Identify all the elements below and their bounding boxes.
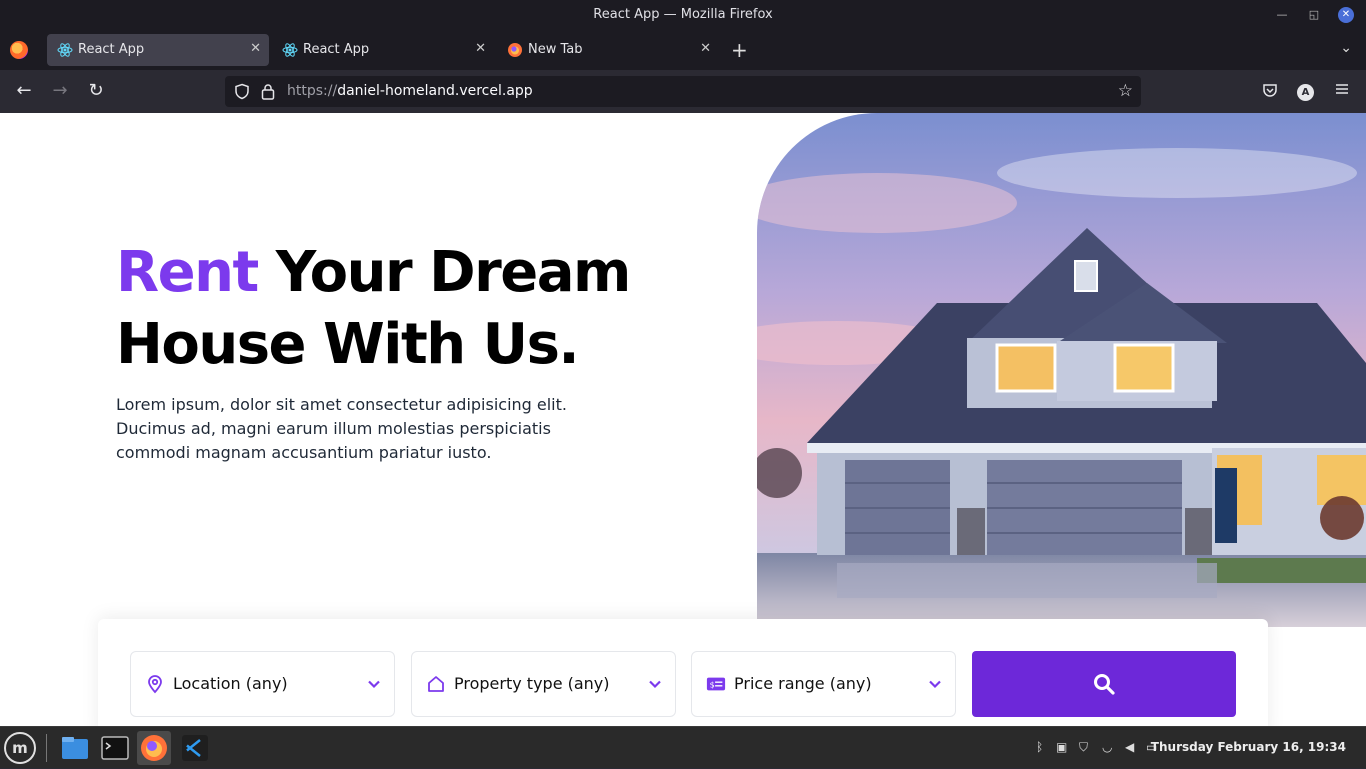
tab-react-app-2[interactable]: React App ✕ (272, 34, 494, 66)
start-menu-button[interactable]: m (4, 732, 36, 764)
minimize-button[interactable]: — (1274, 7, 1290, 23)
firefox-taskbar-icon[interactable] (137, 731, 171, 765)
bluetooth-icon[interactable]: ᛒ (1036, 740, 1043, 754)
hero-house-image (757, 113, 1366, 627)
search-icon (1094, 674, 1115, 695)
file-manager-icon[interactable] (58, 731, 92, 765)
restore-button[interactable]: ◱ (1306, 7, 1322, 23)
url-scheme: https:// (287, 83, 338, 99)
hero-title-accent: Rent (116, 240, 259, 305)
price-tag-icon: $ (706, 677, 726, 691)
taskbar-separator (46, 734, 47, 762)
terminal-icon[interactable] (98, 731, 132, 765)
bookmark-star-icon[interactable]: ☆ (1118, 81, 1133, 101)
tab-label: React App (78, 42, 145, 57)
account-avatar[interactable]: A (1297, 84, 1314, 101)
update-shield-icon[interactable]: ⛉ (1079, 740, 1088, 755)
tab-new-tab[interactable]: New Tab ✕ (497, 34, 719, 66)
clipboard-icon[interactable]: ▣ (1056, 740, 1067, 754)
taskbar-clock[interactable]: Thursday February 16, 19:34 (1151, 740, 1346, 754)
url-text: https://daniel-homeland.vercel.app (287, 83, 533, 99)
location-label: Location (any) (173, 674, 288, 693)
pocket-icon[interactable] (1262, 82, 1278, 98)
shield-icon[interactable] (234, 83, 250, 100)
lock-icon[interactable] (261, 83, 275, 100)
firefox-icon (508, 43, 522, 57)
hero-title-line2: House With Us. (116, 312, 580, 377)
tab-label: React App (303, 42, 370, 57)
web-page: Rent Your Dream House With Us. Lorem ipsu… (0, 113, 1366, 726)
hero-description: Lorem ipsum, dolor sit amet consectetur … (116, 395, 567, 462)
house-illustration (757, 113, 1366, 627)
close-tab-icon[interactable]: ✕ (250, 41, 261, 56)
map-pin-icon (148, 675, 162, 694)
vscode-icon[interactable] (178, 731, 212, 765)
url-host: daniel-homeland.vercel.app (337, 83, 533, 99)
taskbar: m ᛒ ▣ ⛉ ◡ ◀ ▭ Thursday February 16, 19:3… (0, 726, 1366, 768)
chevron-down-icon[interactable]: ⌄ (1340, 40, 1352, 56)
search-button[interactable] (972, 651, 1236, 717)
menu-icon[interactable] (1335, 82, 1349, 96)
hero-title-line1: Your Dream (257, 240, 632, 305)
price-range-dropdown[interactable]: $ Price range (any) (691, 651, 956, 717)
hero-title: Rent Your Dream House With Us. (116, 237, 632, 381)
price-range-label: Price range (any) (734, 674, 872, 693)
navigation-toolbar: ← → ↻ https://daniel-homeland.vercel.app… (0, 70, 1366, 113)
firefox-view-icon[interactable] (10, 41, 28, 59)
react-icon (57, 43, 73, 57)
home-icon (428, 676, 444, 692)
wifi-icon[interactable]: ◡ (1102, 740, 1112, 754)
tab-bar: React App ✕ React App ✕ New Tab ✕ + ⌄ (0, 30, 1366, 70)
chevron-down-icon (368, 680, 380, 689)
tab-react-app-1[interactable]: React App ✕ (47, 34, 269, 66)
close-tab-icon[interactable]: ✕ (700, 41, 711, 56)
forward-button[interactable]: → (50, 81, 70, 101)
back-button[interactable]: ← (14, 81, 34, 101)
close-tab-icon[interactable]: ✕ (475, 41, 486, 56)
window-title: React App — Mozilla Firefox (593, 7, 773, 22)
window-titlebar: React App — Mozilla Firefox — ◱ ✕ (0, 0, 1366, 30)
property-type-dropdown[interactable]: Property type (any) (411, 651, 676, 717)
property-type-label: Property type (any) (454, 674, 610, 693)
location-dropdown[interactable]: Location (any) (130, 651, 395, 717)
reload-button[interactable]: ↻ (86, 81, 106, 101)
new-tab-button[interactable]: + (731, 38, 748, 62)
tab-label: New Tab (528, 42, 583, 57)
search-panel: Location (any) Property type (any) $ Pri… (98, 619, 1268, 726)
volume-icon[interactable]: ◀ (1125, 740, 1134, 754)
svg-text:$: $ (710, 680, 715, 690)
chevron-down-icon (929, 680, 941, 689)
url-bar[interactable]: https://daniel-homeland.vercel.app ☆ (225, 76, 1141, 107)
close-window-button[interactable]: ✕ (1338, 7, 1354, 23)
react-icon (282, 43, 298, 57)
chevron-down-icon (649, 680, 661, 689)
